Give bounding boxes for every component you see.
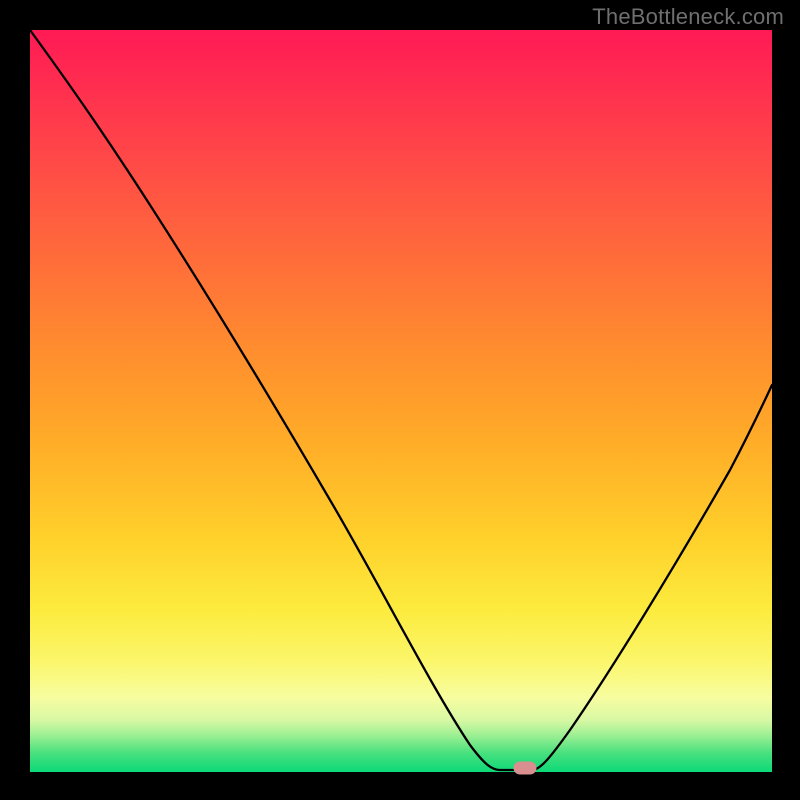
chart-frame: TheBottleneck.com	[0, 0, 800, 800]
watermark-text: TheBottleneck.com	[592, 4, 784, 30]
optimum-marker	[514, 762, 536, 774]
curve-svg	[30, 30, 772, 772]
plot-area	[30, 30, 772, 772]
bottleneck-curve	[30, 30, 772, 770]
